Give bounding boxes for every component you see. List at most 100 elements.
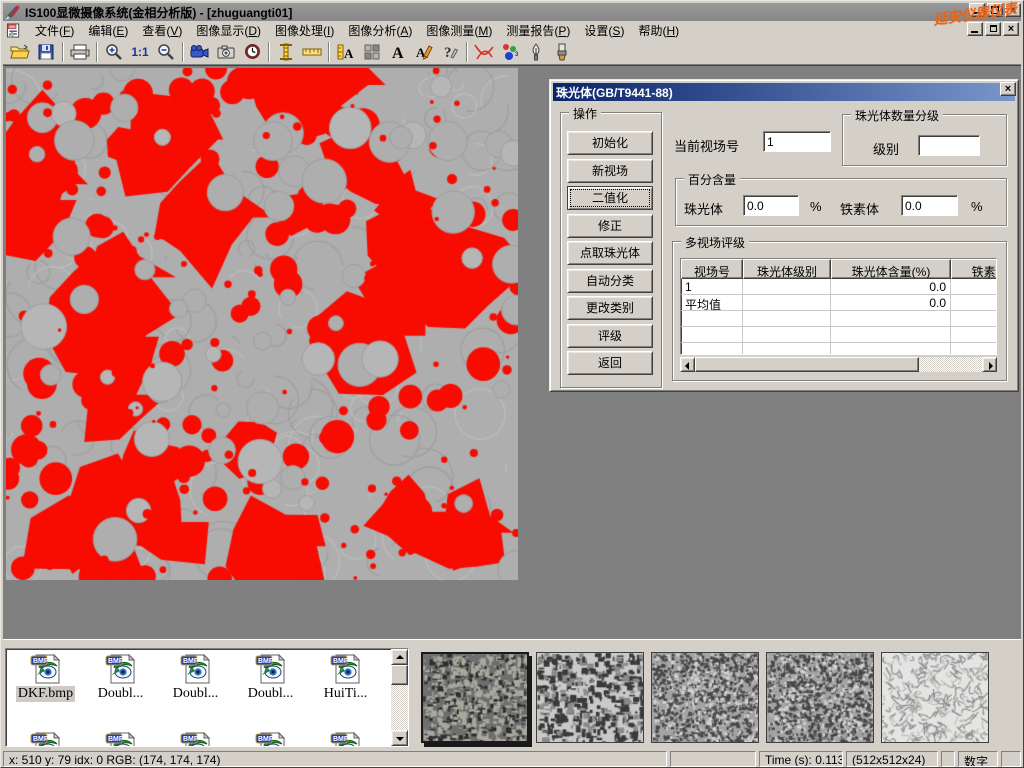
file-item-9[interactable]: BMP — [308, 731, 383, 747]
dialog-title-bar[interactable]: 珠光体(GB/T9441-88) — [553, 83, 1015, 101]
open-folder-button[interactable] — [7, 40, 33, 64]
clock-button[interactable] — [239, 40, 265, 64]
measure-text-button[interactable]: A — [333, 40, 359, 64]
save-button[interactable] — [33, 40, 59, 64]
document-icon[interactable] — [6, 23, 22, 38]
operation-button-7[interactable]: 评级 — [567, 324, 653, 348]
file-item-0[interactable]: BMP DKF.bmp — [8, 653, 83, 702]
file-item-4[interactable]: BMP HuiTi... — [308, 653, 383, 702]
rating-table[interactable]: 视场号珠光体级别珠光体含量(%)铁素体含量(%)10.0平均值0.0 — [680, 258, 997, 355]
table-hscrollbar[interactable] — [680, 357, 997, 372]
file-item-1[interactable]: BMP Doubl... — [83, 653, 158, 702]
menu-item-7[interactable]: 测量报告(P) — [499, 21, 577, 40]
scroll-left-button[interactable] — [680, 357, 695, 372]
maximize-button[interactable] — [987, 3, 1003, 17]
operation-button-0[interactable]: 初始化 — [567, 131, 653, 155]
menu-item-4[interactable]: 图像处理(I) — [268, 21, 341, 40]
menu-item-6[interactable]: 图像测量(M) — [419, 21, 499, 40]
print-button[interactable] — [67, 40, 93, 64]
photo-camera-button[interactable] — [213, 40, 239, 64]
svg-text:BMP: BMP — [108, 658, 124, 665]
grading-group-label: 珠光体数量分级 — [851, 107, 943, 124]
menu-item-2[interactable]: 查看(V) — [135, 21, 189, 40]
zoom-in-button[interactable] — [101, 40, 127, 64]
file-name: Doubl... — [171, 686, 221, 702]
table-row[interactable] — [681, 343, 996, 355]
operation-button-1[interactable]: 新视场 — [567, 159, 653, 183]
percent-group-label: 百分含量 — [684, 171, 740, 188]
specimen-thumb-1[interactable] — [421, 652, 529, 743]
curve-tool-button[interactable] — [471, 40, 497, 64]
menu-item-3[interactable]: 图像显示(D) — [189, 21, 268, 40]
menu-item-1[interactable]: 编辑(E) — [81, 21, 135, 40]
specimen-thumb-5[interactable] — [881, 652, 989, 743]
minimize-button[interactable] — [969, 3, 985, 17]
menu-item-9[interactable]: 帮助(H) — [631, 21, 686, 40]
child-minimize-button[interactable] — [967, 22, 983, 36]
menu-item-8[interactable]: 设置(S) — [577, 21, 631, 40]
file-item-6[interactable]: BMP — [83, 731, 158, 747]
file-item-7[interactable]: BMP — [158, 731, 233, 747]
pearlite-label: 珠光体 — [684, 199, 723, 218]
file-item-8[interactable]: BMP — [233, 731, 308, 747]
table-row[interactable]: 10.0 — [681, 279, 996, 295]
bmp-file-icon: BMP — [104, 653, 138, 685]
pen-tool-button[interactable] — [523, 40, 549, 64]
actual-size-button[interactable]: 1:1 — [127, 40, 153, 64]
specimen-thumb-4[interactable] — [766, 652, 874, 743]
svg-text:BMP: BMP — [258, 736, 274, 743]
svg-text:A: A — [392, 45, 404, 61]
status-spacer-3 — [1001, 751, 1021, 767]
file-name: Doubl... — [96, 686, 146, 702]
child-close-button[interactable]: × — [1003, 22, 1019, 36]
video-camera-button[interactable] — [187, 40, 213, 64]
hscroll-thumb[interactable] — [695, 357, 919, 372]
scroll-right-button[interactable] — [982, 357, 997, 372]
scroll-down-button[interactable] — [391, 730, 408, 746]
ferrite-percent-input[interactable] — [901, 195, 958, 216]
svg-text:BMP: BMP — [183, 658, 199, 665]
specimen-image[interactable] — [6, 68, 518, 580]
specimen-thumb-3[interactable] — [651, 652, 759, 743]
child-restore-button[interactable] — [985, 22, 1001, 36]
bmp-file-icon: BMP — [104, 731, 138, 747]
specimen-thumb-2[interactable] — [536, 652, 644, 743]
ruler-button[interactable] — [299, 40, 325, 64]
menu-item-5[interactable]: 图像分析(A) — [341, 21, 419, 40]
file-vscrollbar[interactable] — [391, 649, 408, 746]
menu-item-0[interactable]: 文件(F) — [28, 21, 81, 40]
table-row[interactable] — [681, 311, 996, 327]
vscroll-thumb[interactable] — [391, 665, 408, 685]
pearlite-percent-input[interactable] — [743, 195, 799, 216]
help-edit-button[interactable]: ? — [437, 40, 463, 64]
dialog-close-button[interactable]: × — [1000, 82, 1016, 96]
annotate-button[interactable]: A — [411, 40, 437, 64]
current-field-label: 当前视场号 — [674, 136, 739, 155]
current-field-input[interactable] — [763, 131, 831, 152]
file-item-3[interactable]: BMP Doubl... — [233, 653, 308, 702]
table-row[interactable] — [681, 327, 996, 343]
file-item-5[interactable]: BMP — [8, 731, 83, 747]
operation-button-3[interactable]: 修正 — [567, 214, 653, 238]
file-item-2[interactable]: BMP Doubl... — [158, 653, 233, 702]
operation-button-5[interactable]: 自动分类 — [567, 269, 653, 293]
close-button[interactable]: × — [1005, 3, 1021, 17]
operation-button-6[interactable]: 更改类别 — [567, 296, 653, 320]
child-window-buttons: × — [967, 22, 1019, 36]
grid-button[interactable] — [359, 40, 385, 64]
operation-button-2[interactable]: 二值化 — [567, 186, 653, 210]
grading-group: 珠光体数量分级 级别 — [842, 114, 1007, 166]
level-input[interactable] — [918, 135, 980, 156]
scroll-up-button[interactable] — [391, 649, 408, 665]
pearlite-unit: % — [810, 199, 822, 214]
operation-button-4[interactable]: 点取珠光体 — [567, 241, 653, 265]
zoom-out-button[interactable] — [153, 40, 179, 64]
table-row[interactable]: 平均值0.0 — [681, 295, 996, 311]
caliper-button[interactable] — [273, 40, 299, 64]
ferrite-label: 铁素体 — [840, 199, 879, 218]
operation-button-8[interactable]: 返回 — [567, 351, 653, 375]
brush-tool-button[interactable] — [549, 40, 575, 64]
particle-count-button[interactable]: 3 — [497, 40, 523, 64]
text-tool-button[interactable]: A — [385, 40, 411, 64]
image-size-status: (512x512x24) — [846, 751, 938, 767]
